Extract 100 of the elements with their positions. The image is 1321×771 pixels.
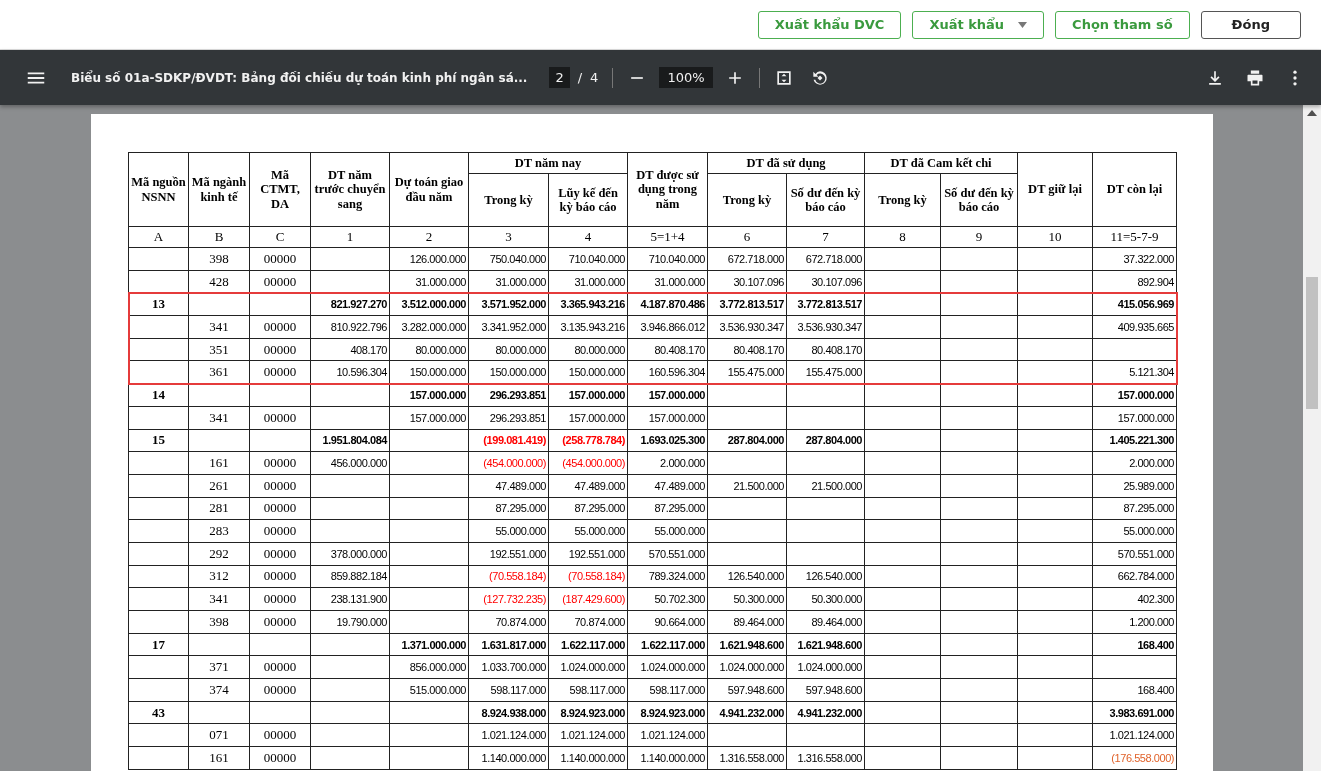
- table-cell: 87.295.000: [548, 497, 628, 520]
- table-cell: 8.924.923.000: [548, 701, 628, 724]
- table-cell: 341: [188, 406, 250, 429]
- table-cell: 00000: [249, 406, 311, 429]
- table-cell: 662.784.000: [1092, 565, 1177, 588]
- table-cell: 00000: [249, 247, 311, 271]
- table-cell: 25.989.000: [1092, 474, 1177, 498]
- table-cell: 597.948.600: [707, 678, 787, 702]
- table-cell: (127.732.235): [468, 587, 549, 611]
- column-header: Trong kỳ: [707, 173, 787, 227]
- table-cell: 192.551.000: [468, 542, 549, 566]
- table-cell: 1.140.000.000: [468, 746, 549, 770]
- dropdown-button[interactable]: Xuất khẩu: [912, 10, 1045, 39]
- table-cell: 80.000.000: [468, 338, 549, 361]
- table-cell: 672.718.000: [707, 247, 787, 271]
- table-cell: 1.951.804.084: [310, 429, 390, 452]
- table-cell: 70.874.000: [548, 610, 628, 634]
- table-cell: 856.000.000: [389, 655, 469, 679]
- table-cell: 1.033.700.000: [468, 655, 549, 679]
- column-number: C: [249, 226, 311, 248]
- table-cell: 00000: [249, 723, 311, 747]
- column-number: 8: [864, 226, 941, 248]
- column-header: DT giữ lại: [1017, 152, 1093, 227]
- table-cell: 598.117.000: [548, 678, 628, 702]
- table-cell: 287.804.000: [707, 429, 787, 452]
- table-cell: 00000: [249, 519, 311, 543]
- table-cell: 80.408.170: [707, 338, 787, 361]
- page-separator: /: [577, 70, 583, 85]
- scrollbar-thumb[interactable]: [1306, 277, 1318, 409]
- table-cell: 1.371.000.000: [389, 633, 469, 656]
- table-cell: 21.500.000: [786, 474, 865, 498]
- action-button[interactable]: Chọn tham số: [1055, 10, 1190, 39]
- table-cell: 90.664.000: [627, 610, 708, 634]
- table-cell: 4.941.232.000: [786, 701, 865, 724]
- table-cell: 810.922.796: [310, 315, 390, 339]
- table-cell: 710.040.000: [548, 247, 628, 271]
- table-cell: 1.024.000.000: [548, 655, 628, 679]
- table-cell: 3.536.930.347: [707, 315, 787, 339]
- table-cell: 312: [188, 565, 250, 588]
- table-cell: 3.512.000.000: [389, 292, 469, 316]
- table-cell: 570.551.000: [1092, 542, 1177, 566]
- table-cell: 21.500.000: [707, 474, 787, 498]
- table-cell: 126.000.000: [389, 247, 469, 271]
- table-cell: 50.300.000: [786, 587, 865, 611]
- table-cell: 89.464.000: [786, 610, 865, 634]
- table-cell: 402.300: [1092, 587, 1177, 611]
- table-cell: 515.000.000: [389, 678, 469, 702]
- table-cell: (454.000.000): [468, 451, 549, 475]
- table-cell: 071: [188, 723, 250, 747]
- table-cell: 1.405.221.300: [1092, 429, 1177, 452]
- table-cell: 296.293.851: [468, 406, 549, 429]
- table-cell: 55.000.000: [1092, 519, 1177, 543]
- table-cell: 47.489.000: [468, 474, 549, 498]
- scrollbar[interactable]: [1303, 105, 1321, 771]
- table-cell: 00000: [249, 678, 311, 702]
- column-group-header: DT năm nay: [468, 152, 628, 174]
- table-cell: 1.622.117.000: [627, 633, 708, 656]
- table-cell: (454.000.000): [548, 451, 628, 475]
- table-cell: 13: [128, 292, 189, 316]
- column-header: Dự toán giao đầu năm: [389, 152, 469, 227]
- table-cell: 157.000.000: [389, 406, 469, 429]
- table-cell: 2.000.000: [1092, 451, 1177, 475]
- column-number: 6: [707, 226, 787, 248]
- table-cell: 456.000.000: [310, 451, 390, 475]
- table-cell: 00000: [249, 655, 311, 679]
- table-cell: 80.000.000: [548, 338, 628, 361]
- table-cell: 55.000.000: [627, 519, 708, 543]
- table-cell: 00000: [249, 338, 311, 361]
- table-cell: 87.295.000: [468, 497, 549, 520]
- table-cell: 8.924.938.000: [468, 701, 549, 724]
- table-cell: (176.558.000): [1092, 746, 1177, 770]
- table-cell: 00000: [249, 610, 311, 634]
- page-number-field[interactable]: 2: [549, 67, 570, 88]
- column-header: Mã nguồn NSNN: [128, 152, 189, 227]
- table-cell: 1.021.124.000: [1092, 723, 1177, 747]
- table-cell: 00000: [249, 746, 311, 770]
- table-cell: 3.135.943.216: [548, 315, 628, 339]
- column-number: 2: [389, 226, 469, 248]
- column-number: 5=1+4: [627, 226, 708, 248]
- column-number: A: [128, 226, 189, 248]
- table-cell: 296.293.851: [468, 383, 549, 407]
- table-cell: 1.693.025.300: [627, 429, 708, 452]
- table-cell: 55.000.000: [468, 519, 549, 543]
- scroll-up-arrow-icon[interactable]: [1307, 110, 1317, 116]
- table-cell: 157.000.000: [1092, 383, 1177, 407]
- table-cell: 371: [188, 655, 250, 679]
- table-cell: 4.941.232.000: [707, 701, 787, 724]
- table-cell: 3.282.000.000: [389, 315, 469, 339]
- column-header: Số dư đến kỳ báo cáo: [786, 173, 865, 227]
- table-cell: 80.408.170: [786, 338, 865, 361]
- table-cell: (70.558.184): [468, 565, 549, 588]
- action-button[interactable]: Xuất khẩu DVC: [757, 10, 902, 39]
- table-cell: 47.489.000: [627, 474, 708, 498]
- table-cell: 287.804.000: [786, 429, 865, 452]
- table-cell: 1.316.558.000: [707, 746, 787, 770]
- action-button[interactable]: Đóng: [1200, 10, 1301, 39]
- zoom-field[interactable]: 100%: [659, 67, 713, 88]
- table-cell: 1.622.117.000: [548, 633, 628, 656]
- column-header: DT còn lại: [1092, 152, 1177, 227]
- table-cell: 408.170: [310, 338, 390, 361]
